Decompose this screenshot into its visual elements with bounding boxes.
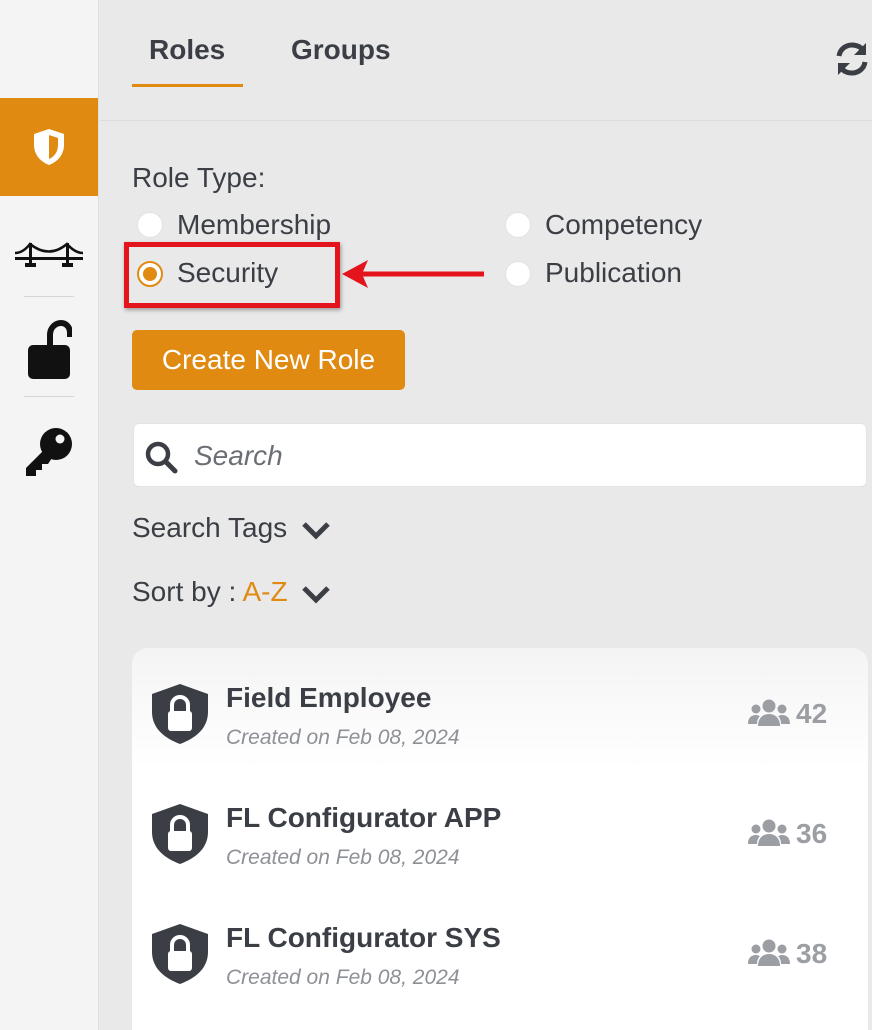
radio-membership[interactable] <box>137 212 163 238</box>
search-icon <box>145 441 178 474</box>
sort-label: Sort by : <box>132 576 237 607</box>
search-input[interactable] <box>194 436 834 476</box>
bridge-icon <box>14 242 84 267</box>
key-icon <box>26 428 72 476</box>
shield-icon <box>34 129 64 165</box>
refresh-button[interactable] <box>832 40 872 78</box>
role-type-label: Role Type: <box>132 162 266 193</box>
role-name: FL Configurator SYS <box>226 922 501 953</box>
role-name: FL Configurator APP <box>226 802 502 833</box>
role-created-date: Created on Feb 08, 2024 <box>226 966 460 989</box>
rail-item-permissions[interactable] <box>0 312 98 390</box>
rail-item-security[interactable] <box>0 98 98 196</box>
rail-divider <box>24 396 74 397</box>
users-icon <box>748 939 790 966</box>
users-icon <box>748 819 790 846</box>
unlock-icon <box>28 319 72 379</box>
locked-shield-icon <box>152 804 208 864</box>
create-new-role-button[interactable]: Create New Role <box>132 330 405 390</box>
sort-value: A-Z <box>242 576 288 607</box>
role-list-item[interactable]: FL Configurator APP Created on Feb 08, 2… <box>132 768 868 888</box>
role-list-item[interactable]: FL Configurator SYS Created on Feb 08, 2… <box>132 888 868 1008</box>
member-count: 38 <box>796 938 828 969</box>
locked-shield-icon <box>152 924 208 984</box>
search-tags-toggle[interactable]: Search Tags <box>132 512 331 544</box>
radio-label-membership[interactable]: Membership <box>177 209 331 241</box>
locked-shield-icon <box>152 684 208 744</box>
radio-label-competency[interactable]: Competency <box>545 209 702 241</box>
search-tags-label: Search Tags <box>132 512 288 543</box>
role-created-date: Created on Feb 08, 2024 <box>226 726 460 749</box>
role-created-date: Created on Feb 08, 2024 <box>226 846 460 869</box>
radio-competency[interactable] <box>505 212 531 238</box>
users-icon <box>748 699 790 726</box>
rail-item-keys[interactable] <box>0 412 98 490</box>
left-rail <box>0 0 99 1030</box>
refresh-icon <box>836 42 868 76</box>
role-name: Field Employee <box>226 682 432 713</box>
rail-divider <box>24 296 74 297</box>
chevron-down-icon <box>302 521 330 540</box>
sort-control[interactable]: Sort by : A-Z <box>132 576 331 608</box>
tab-roles[interactable]: Roles <box>149 34 225 66</box>
radio-label-publication[interactable]: Publication <box>545 257 682 289</box>
tab-groups[interactable]: Groups <box>291 34 391 66</box>
chevron-down-icon <box>302 585 331 604</box>
role-list-item[interactable]: Field Employee Created on Feb 08, 2024 4… <box>132 648 868 768</box>
member-count: 36 <box>796 818 828 849</box>
annotation-arrow-icon <box>342 260 484 288</box>
active-tab-indicator <box>132 84 243 87</box>
annotation-highlight-box <box>124 242 340 308</box>
radio-publication[interactable] <box>505 261 531 287</box>
rail-item-bridge[interactable] <box>0 212 98 296</box>
role-list: Field Employee Created on Feb 08, 2024 4… <box>132 648 868 1030</box>
member-count: 42 <box>796 698 828 729</box>
search-box <box>133 423 867 487</box>
